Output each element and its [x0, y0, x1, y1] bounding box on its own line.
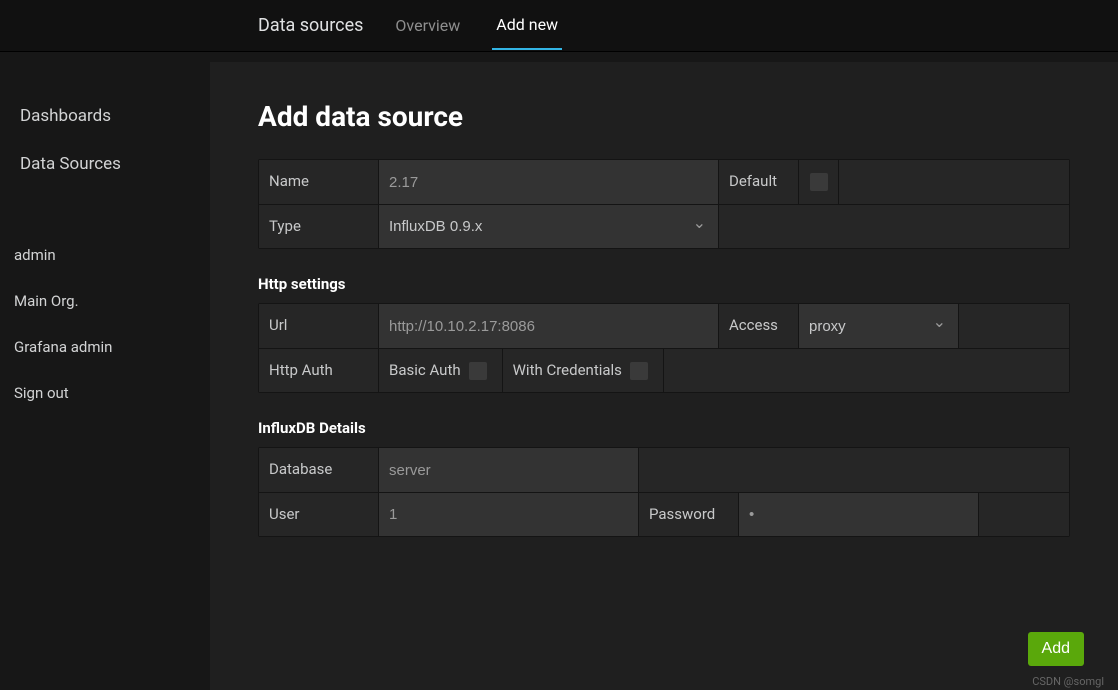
sidebar-item-main-org[interactable]: Main Org. — [0, 278, 200, 324]
sidebar-item-datasources[interactable]: Data Sources — [0, 140, 200, 188]
add-button[interactable]: Add — [1028, 632, 1084, 666]
name-input[interactable] — [379, 174, 718, 191]
row-name: Name Default — [259, 160, 1069, 204]
withcreds-label: With Credentials — [503, 349, 630, 392]
default-label: Default — [719, 160, 799, 204]
tab-overview[interactable]: Overview — [391, 2, 464, 49]
url-input[interactable] — [379, 318, 718, 335]
default-checkbox[interactable] — [810, 173, 828, 191]
sidebar-item-admin[interactable]: admin — [0, 232, 200, 278]
httpauth-label: Http Auth — [259, 349, 379, 392]
withcreds-checkbox[interactable] — [630, 362, 648, 380]
form-group-basic: Name Default Type InfluxDB 0.9.x — [258, 159, 1070, 249]
database-label: Database — [259, 448, 379, 492]
content: Add data source Name Default Type Influx… — [210, 62, 1118, 690]
user-input[interactable] — [379, 506, 638, 523]
sidebar-item-signout[interactable]: Sign out — [0, 370, 200, 416]
page-section-title: Data sources — [258, 15, 363, 36]
topbar: Data sources Overview Add new — [0, 0, 1118, 52]
http-settings-title: Http settings — [258, 275, 1070, 293]
row-type: Type InfluxDB 0.9.x — [259, 204, 1069, 248]
page-title: Add data source — [258, 100, 1070, 133]
password-input[interactable] — [739, 506, 978, 523]
sidebar-item-dashboards[interactable]: Dashboards — [0, 92, 200, 140]
database-input[interactable] — [379, 462, 638, 479]
basicauth-checkbox[interactable] — [469, 362, 487, 380]
type-label: Type — [259, 205, 379, 248]
name-label: Name — [259, 160, 379, 204]
sidebar-item-grafana-admin[interactable]: Grafana admin — [0, 324, 200, 370]
row-user: User Password — [259, 492, 1069, 536]
access-label: Access — [719, 304, 799, 348]
password-label: Password — [639, 493, 739, 536]
row-httpauth: Http Auth Basic Auth With Credentials — [259, 348, 1069, 392]
basicauth-label: Basic Auth — [379, 349, 469, 392]
row-database: Database — [259, 448, 1069, 492]
row-url: Url Access proxy — [259, 304, 1069, 348]
user-label: User — [259, 493, 379, 536]
sidebar: Dashboards Data Sources admin Main Org. … — [0, 52, 200, 690]
type-select[interactable]: InfluxDB 0.9.x — [379, 218, 718, 235]
url-label: Url — [259, 304, 379, 348]
tab-add-new[interactable]: Add new — [492, 1, 562, 50]
watermark: CSDN @somgl — [1032, 675, 1104, 688]
influx-details-title: InfluxDB Details — [258, 419, 1070, 437]
form-group-http: Url Access proxy Http Auth Basic Auth Wi… — [258, 303, 1070, 393]
form-group-influx: Database User Password — [258, 447, 1070, 537]
access-select[interactable]: proxy — [799, 318, 958, 335]
